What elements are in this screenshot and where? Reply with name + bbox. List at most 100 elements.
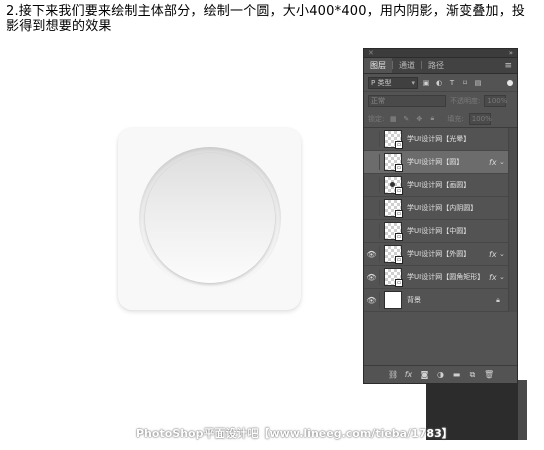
filter-icons: ▣ ◐ T ⌑ ▤ [422, 79, 503, 87]
layer-row[interactable]: 👁︎ ▭ 学UI设计网【内阴圆】 [364, 197, 517, 220]
shape-layer-badge-icon: ▭ [395, 141, 403, 149]
pixel-filter-icon[interactable]: ▣ [422, 79, 430, 87]
fx-icon[interactable]: fx [489, 273, 499, 282]
chevron-down-icon[interactable]: ⌄ [499, 250, 507, 258]
lock-transparency-icon[interactable]: ▦ [389, 115, 397, 123]
fx-icon[interactable]: fx [404, 370, 413, 379]
trash-icon[interactable]: 🗑︎ [484, 370, 494, 379]
layer-name[interactable]: 学UI设计网【圆角矩形】 [407, 272, 489, 282]
layer-row[interactable]: 👁︎ ▭ 学UI设计网【中圆】 [364, 220, 517, 243]
adjustment-filter-icon[interactable]: ◐ [435, 79, 443, 87]
eye-icon: 👁︎ [364, 227, 379, 236]
layer-name[interactable]: 学UI设计网【光晕】 [407, 134, 507, 144]
layer-scrollbar[interactable] [508, 128, 517, 312]
layer-row[interactable]: 👁︎ ▭ 学UI设计网【光晕】 [364, 128, 517, 151]
collapse-icon[interactable]: » [509, 49, 513, 58]
panel-menu-icon[interactable]: ≡ [504, 61, 512, 71]
link-icon[interactable]: ⛓ [388, 370, 398, 379]
new-layer-icon[interactable]: ⧉ [468, 370, 477, 380]
layer-thumbnail: ▭ [384, 176, 403, 195]
lock-position-icon[interactable]: ✥ [415, 115, 423, 123]
layer-thumbnail: ▭ [384, 153, 403, 172]
panel-title-strip: ✕ » [364, 49, 517, 58]
eye-icon: 👁︎ [366, 295, 377, 305]
close-icon[interactable]: ✕ [368, 49, 374, 58]
filter-toggle-icon[interactable] [507, 79, 513, 86]
fx-icon[interactable]: fx [489, 158, 499, 167]
layer-row[interactable]: 👁︎ ▭ 学UI设计网【圆】fx⌄ [364, 151, 517, 174]
rounded-rect-artwork [118, 128, 301, 310]
panel-tab-bar: 图层 通道 路径 ≡ [364, 58, 517, 74]
layer-row[interactable]: 👁︎ 背景 🔒︎ [364, 289, 517, 312]
layer-name[interactable]: 学UI设计网【画圆】 [407, 180, 507, 190]
eye-icon: 👁︎ [364, 135, 379, 144]
eye-icon: 👁︎ [366, 249, 377, 259]
layer-row[interactable]: 👁︎ ▭ 学UI设计网【外圆】 fx ⌄ [364, 243, 517, 266]
layer-name[interactable]: 学UI设计网【中圆】 [407, 226, 507, 236]
shape-layer-badge-icon: ▭ [395, 233, 403, 241]
layer-thumbnail: ▭ [384, 130, 403, 149]
visibility-toggle[interactable]: 👁︎ [364, 246, 380, 262]
adjustment-icon[interactable]: ◑ [436, 370, 445, 379]
mask-icon[interactable]: ◙ [420, 370, 429, 379]
layer-name[interactable]: 学UI设计网【圆】 [407, 157, 489, 167]
lock-image-icon[interactable]: ✎ [402, 115, 410, 123]
lock-icon: 🔒︎ [496, 295, 500, 304]
layer-row[interactable]: 👁︎ ▭ 学UI设计网【圆角矩形】 fx ⌄ [364, 266, 517, 289]
shape-layer-badge-icon: ▭ [395, 279, 403, 287]
layer-thumbnail: ▭ [384, 245, 403, 264]
layer-name[interactable]: 学UI设计网【外圆】 [407, 249, 489, 259]
layer-thumbnail: ▭ [384, 268, 403, 287]
watermark: PhotoShop平面设计吧【www.lineeg.com/tieba/1783… [136, 427, 453, 440]
inner-circle-artwork [145, 153, 275, 283]
eye-icon: 👁︎ [364, 204, 379, 213]
lock-row: 锁定: ▦ ✎ ✥ 🔒︎ 填充: 100% [364, 110, 517, 128]
visibility-toggle[interactable]: 👁︎ [364, 154, 380, 170]
layers-panel: ✕ » 图层通道路径 ≡ P 类型 ▣ ◐ T ⌑ ▤ 正常 不透明度: 100%… [363, 48, 518, 384]
shape-layer-badge-icon: ▭ [395, 210, 403, 218]
panel-bottom-bar: ⛓ fx ◙ ◑ ▬ ⧉ 🗑︎ [364, 365, 517, 383]
instruction-text: 2.接下来我们要来绘制主体部分，绘制一个圆，大小400*400，用内阴影，渐变叠… [6, 4, 526, 34]
shape-layer-badge-icon: ▭ [395, 256, 403, 264]
blend-row: 正常 不透明度: 100% [364, 92, 517, 110]
opacity-label: 不透明度: [450, 97, 481, 105]
visibility-toggle[interactable]: 👁︎ [364, 131, 380, 147]
visibility-toggle[interactable]: 👁︎ [364, 292, 380, 308]
fx-icon[interactable]: fx [489, 250, 499, 259]
chevron-down-icon[interactable]: ⌄ [499, 273, 507, 281]
type-filter-icon[interactable]: T [448, 79, 456, 87]
opacity-field[interactable]: 100% [484, 95, 507, 107]
tab-0[interactable]: 图层 [364, 58, 392, 73]
shape-layer-badge-icon: ▭ [395, 164, 403, 172]
lock-label: 锁定: [368, 114, 385, 123]
fill-field[interactable]: 100% [468, 112, 492, 125]
layer-list: 👁︎▭学UI设计网【光晕】👁︎▭学UI设计网【圆】fx⌄👁︎▭学UI设计网【画圆… [364, 128, 517, 312]
filter-row: P 类型 ▣ ◐ T ⌑ ▤ [364, 74, 517, 92]
visibility-toggle[interactable]: 👁︎ [364, 223, 380, 239]
fill-label: 填充: [447, 114, 464, 123]
layer-name[interactable]: 背景 [407, 295, 489, 305]
chevron-down-icon[interactable]: ⌄ [499, 158, 507, 166]
eye-icon: 👁︎ [364, 158, 379, 167]
shape-filter-icon[interactable]: ⌑ [461, 79, 469, 87]
lock-all-icon[interactable]: 🔒︎ [428, 114, 436, 123]
folder-icon[interactable]: ▬ [452, 370, 461, 379]
tab-1[interactable]: 通道 [393, 58, 421, 73]
blend-mode-select[interactable]: 正常 [368, 95, 446, 107]
layer-name[interactable]: 学UI设计网【内阴圆】 [407, 203, 507, 213]
dark-background-edge [518, 380, 527, 440]
filter-kind-select[interactable]: P 类型 [368, 76, 418, 89]
layer-thumbnail: ▭ [384, 199, 403, 218]
tab-2[interactable]: 路径 [422, 58, 450, 73]
layer-thumbnail [384, 291, 402, 309]
visibility-toggle[interactable]: 👁︎ [364, 269, 380, 285]
eye-icon: 👁︎ [364, 181, 379, 190]
shape-layer-badge-icon: ▭ [395, 187, 403, 195]
visibility-toggle[interactable]: 👁︎ [364, 177, 380, 193]
layer-thumbnail: ▭ [384, 222, 403, 241]
eye-icon: 👁︎ [366, 272, 377, 282]
layer-row[interactable]: 👁︎ ▭ 学UI设计网【画圆】 [364, 174, 517, 197]
visibility-toggle[interactable]: 👁︎ [364, 200, 380, 216]
smart-object-filter-icon[interactable]: ▤ [474, 79, 482, 87]
outer-circle-artwork [139, 147, 281, 289]
